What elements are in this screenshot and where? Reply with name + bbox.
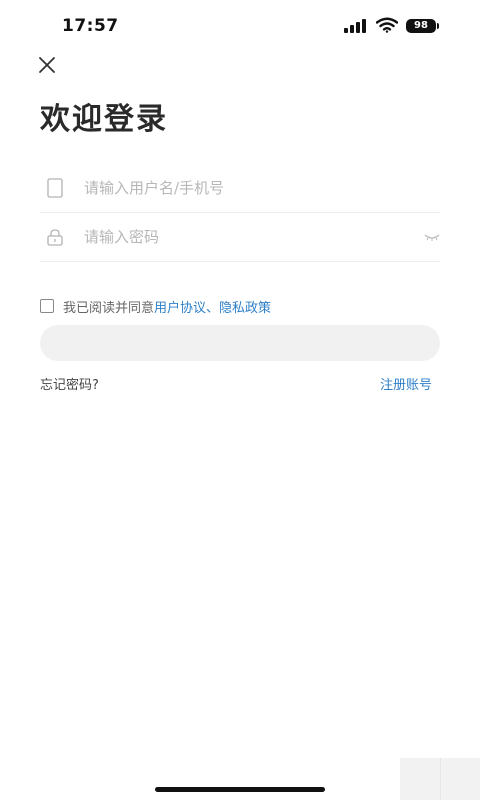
privacy-policy-link[interactable]: 隐私政策 xyxy=(219,297,271,316)
corner-divider xyxy=(440,758,441,800)
password-input[interactable] xyxy=(84,221,404,253)
eye-closed-icon[interactable] xyxy=(424,231,440,243)
username-input[interactable] xyxy=(84,172,404,204)
forgot-password-link[interactable]: 忘记密码? xyxy=(40,374,99,393)
close-icon[interactable] xyxy=(36,54,58,76)
register-link[interactable]: 注册账号 xyxy=(380,374,432,393)
battery-nub xyxy=(437,23,439,29)
battery-icon: 98 xyxy=(406,19,436,33)
lock-icon xyxy=(47,229,63,246)
login-button[interactable] xyxy=(40,325,440,361)
phone-icon xyxy=(47,178,63,198)
wifi-icon xyxy=(376,17,398,33)
corner-overlay xyxy=(400,758,480,800)
agreement-row: 我已阅读并同意 用户协议 、 隐私政策 xyxy=(40,296,271,316)
agreement-text: 我已阅读并同意 xyxy=(63,300,155,316)
agreement-separator: 、 xyxy=(206,300,220,316)
password-field xyxy=(40,213,440,262)
status-time: 17:57 xyxy=(62,16,119,36)
signal-icon xyxy=(344,19,366,33)
user-agreement-link[interactable]: 用户协议 xyxy=(154,297,206,316)
status-bar: 17:57 98 xyxy=(0,0,480,54)
agreement-checkbox[interactable] xyxy=(40,299,54,313)
username-field xyxy=(40,164,440,213)
home-indicator[interactable] xyxy=(155,787,325,792)
page-title: 欢迎登录 xyxy=(40,102,168,137)
